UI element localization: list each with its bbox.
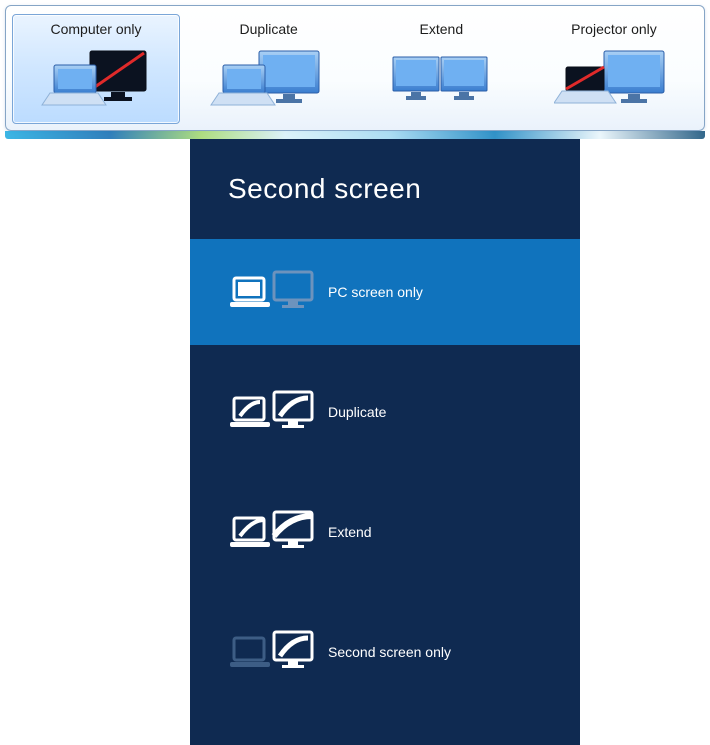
panel-title: Second screen <box>190 173 580 239</box>
win8-option-label: Second screen only <box>318 644 451 660</box>
win8-option-label: Duplicate <box>318 404 386 420</box>
second-screen-only-icon <box>230 628 318 676</box>
win7-option-computer-only[interactable]: Computer only <box>12 14 180 124</box>
projector-only-icon <box>531 43 697 115</box>
win8-second-screen-panel: Second screen PC screen only <box>190 139 580 745</box>
win8-option-second-screen-only[interactable]: Second screen only <box>190 599 580 705</box>
win8-option-label: Extend <box>318 524 372 540</box>
computer-only-icon <box>13 43 179 115</box>
win7-option-projector-only[interactable]: Projector only <box>530 14 698 124</box>
win8-option-extend[interactable]: Extend <box>190 479 580 585</box>
win8-option-label: PC screen only <box>318 284 423 300</box>
win7-option-label: Computer only <box>13 21 179 37</box>
duplicate-icon <box>186 43 352 115</box>
win7-option-label: Projector only <box>531 21 697 37</box>
win7-option-extend[interactable]: Extend <box>357 14 525 124</box>
duplicate-icon <box>230 388 318 436</box>
win7-option-label: Duplicate <box>186 21 352 37</box>
win8-option-pc-screen-only[interactable]: PC screen only <box>190 239 580 345</box>
win7-display-switcher: Computer only <box>5 5 705 131</box>
win7-option-label: Extend <box>358 21 524 37</box>
pc-screen-only-icon <box>230 268 318 316</box>
win7-option-duplicate[interactable]: Duplicate <box>185 14 353 124</box>
win7-accent-strip <box>5 131 705 139</box>
win8-option-duplicate[interactable]: Duplicate <box>190 359 580 465</box>
extend-icon <box>230 508 318 556</box>
extend-icon <box>358 43 524 115</box>
